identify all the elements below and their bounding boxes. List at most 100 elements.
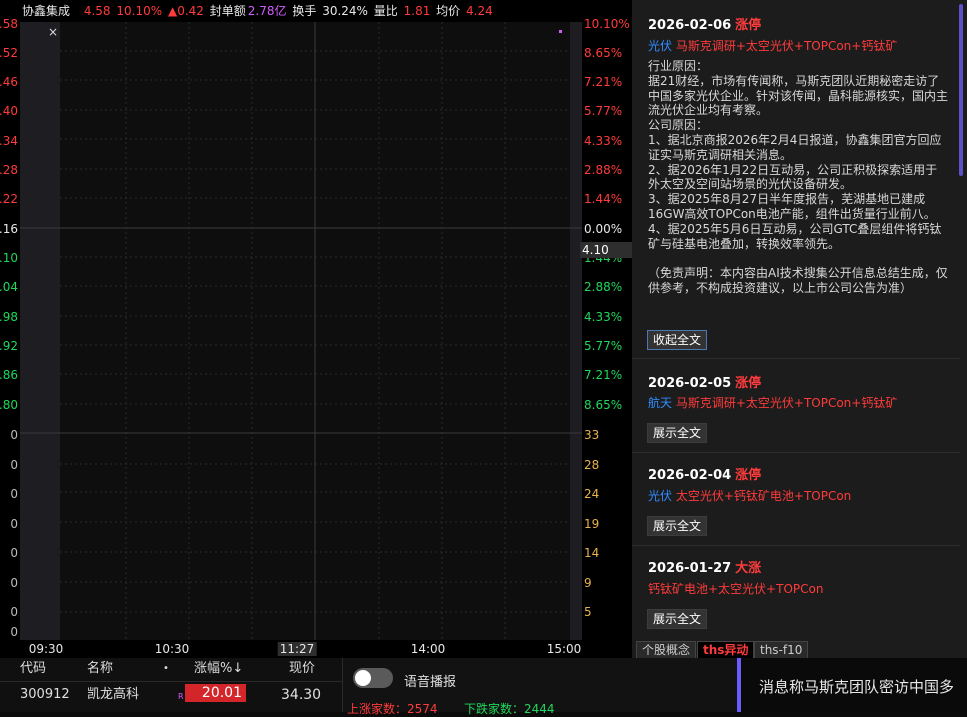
seal-label: 封单额: [209, 4, 246, 18]
time-tick-cursor: 11:27: [277, 642, 317, 656]
time-tick: 09:30: [28, 642, 64, 656]
row-change-chip: 20.01: [185, 684, 246, 702]
left-tick: .04: [0, 280, 18, 294]
intraday-chart-panel[interactable]: 协鑫集成 4.58 10.10% ▲0.42 封单额 2.78亿 换手 30.24…: [0, 0, 632, 658]
news-date-text: 2026-01-27: [648, 561, 732, 576]
news-item: 2026-02-06 涨停 光伏 马斯克调研+太空光伏+TOPCon+钙钛矿 行业…: [632, 0, 960, 359]
right-tick: 0.00%: [584, 222, 623, 236]
left-tick: .16: [0, 222, 18, 236]
news-sector[interactable]: 光伏: [648, 39, 672, 53]
news-panel[interactable]: 2026-02-06 涨停 光伏 马斯克调研+太空光伏+TOPCon+钙钛矿 行业…: [632, 0, 967, 658]
news-item: 2026-02-04 涨停 光伏 太空光伏+钙钛矿电池+TOPCon 展示全文: [632, 453, 960, 546]
up-label: 上涨家数：: [347, 702, 408, 716]
news-concepts[interactable]: 钙钛矿电池+太空光伏+TOPCon: [648, 580, 823, 597]
down-label: 下跌家数：: [464, 702, 525, 716]
right-tick: 1.44%: [584, 192, 623, 206]
news-date: 2026-01-27 大涨: [648, 557, 761, 576]
tab-ths-f10[interactable]: ths-f10: [754, 641, 809, 659]
turnover-label: 换手: [292, 4, 317, 18]
news-tag: 涨停: [735, 376, 762, 391]
table-row[interactable]: 300912 凯龙高科 R 20.01 34.30: [0, 682, 342, 708]
volume-tick: 9: [584, 576, 592, 590]
left-tick: 0: [10, 487, 18, 501]
right-tick: 7.21%: [584, 75, 623, 89]
volume-tick: 14: [584, 546, 600, 560]
stock-name: 协鑫集成: [22, 4, 71, 18]
stock-change-pct: 10.10%: [116, 4, 163, 18]
left-tick: 0: [10, 428, 18, 442]
expand-button[interactable]: 展示全文: [647, 423, 708, 443]
collapse-button[interactable]: 收起全文: [647, 330, 708, 350]
right-tick: 8.65%: [584, 398, 623, 412]
col-code[interactable]: 代码: [20, 658, 46, 680]
left-tick: .86: [0, 368, 18, 382]
col-marker[interactable]: •: [163, 658, 169, 680]
news-concepts[interactable]: 航天 马斯克调研+太空光伏+TOPCon+钙钛矿: [648, 394, 897, 411]
news-sector[interactable]: 航天: [648, 396, 672, 410]
crosshair-price-tag: 4.10: [580, 242, 632, 258]
row-name: 凯龙高科: [87, 687, 140, 702]
news-date: 2026-02-05 涨停: [648, 372, 761, 391]
left-tick: 0: [10, 458, 18, 472]
volume-tick: 33: [584, 428, 600, 442]
news-item: 2026-01-27 大涨 钙钛矿电池+太空光伏+TOPCon 展示全文: [632, 546, 960, 641]
news-ticker[interactable]: 消息称马斯克团队密访中国多: [737, 658, 967, 712]
news-concepts[interactable]: 光伏 太空光伏+钙钛矿电池+TOPCon: [648, 487, 851, 504]
right-tick: 7.21%: [584, 368, 623, 382]
right-tick: 10.10%: [584, 17, 630, 31]
col-change[interactable]: 涨幅%↓: [194, 658, 243, 680]
price-dot: [559, 30, 562, 33]
news-date-text: 2026-02-04: [648, 468, 732, 483]
tab-ths-alert[interactable]: ths异动: [697, 641, 755, 659]
left-tick: .92: [0, 339, 18, 353]
col-price[interactable]: 现价: [289, 658, 315, 680]
news-concepts[interactable]: 光伏 马斯克调研+太空光伏+TOPCon+钙钛矿: [648, 37, 897, 54]
left-tick: 0: [10, 546, 18, 560]
expand-button[interactable]: 展示全文: [647, 516, 708, 536]
volume-tick: 5: [584, 605, 592, 619]
row-marker: R: [178, 692, 184, 701]
ticker-text: 消息称马斯克团队密访中国多: [759, 678, 955, 696]
voice-toggle[interactable]: [353, 668, 393, 688]
news-item: 2026-02-05 涨停 航天 马斯克调研+太空光伏+TOPCon+钙钛矿 展示…: [632, 359, 960, 453]
news-scrollbar[interactable]: [959, 4, 963, 176]
left-tick: 0: [10, 605, 18, 619]
col-name[interactable]: 名称: [87, 658, 113, 680]
news-tag: 大涨: [735, 561, 762, 576]
voice-label: 语音播报: [404, 675, 457, 690]
market-stats: 语音播报 上涨家数：2574 下跌家数：2444: [343, 658, 737, 716]
turnover-value: 30.24%: [322, 4, 368, 18]
row-code: 300912: [20, 687, 70, 702]
news-date: 2026-02-06 涨停: [648, 14, 761, 33]
toggle-knob: [355, 670, 371, 686]
news-concept-text[interactable]: 马斯克调研+太空光伏+TOPCon+钙钛矿: [676, 39, 898, 53]
news-sector[interactable]: 光伏: [648, 489, 672, 503]
left-tick: .52: [0, 46, 18, 60]
close-icon[interactable]: ×: [48, 25, 58, 39]
news-date-text: 2026-02-05: [648, 376, 732, 391]
volume-ratio-label: 量比: [373, 4, 398, 18]
news-concept-text[interactable]: 太空光伏+钙钛矿电池+TOPCon: [676, 489, 851, 503]
volume-tick: 19: [584, 517, 600, 531]
news-concept-text[interactable]: 马斯克调研+太空光伏+TOPCon+钙钛矿: [676, 396, 898, 410]
seal-value: 2.78亿: [247, 4, 287, 18]
tab-concepts[interactable]: 个股概念: [636, 641, 697, 659]
time-tick: 14:00: [410, 642, 446, 656]
left-tick: .46: [0, 75, 18, 89]
row-price: 34.30: [281, 687, 322, 703]
left-tick: 0: [10, 576, 18, 590]
quote-table[interactable]: 代码 名称 • 涨幅%↓ 现价 300912 凯龙高科 R 20.01 34.3…: [0, 658, 343, 712]
news-concept-text[interactable]: 钙钛矿电池+太空光伏+TOPCon: [648, 582, 823, 596]
right-tick: 4.33%: [584, 310, 623, 324]
time-axis: 09:30 10:30 11:27 14:00 15:00: [0, 640, 632, 658]
right-tick: 5.77%: [584, 339, 623, 353]
left-tick: 0: [10, 625, 18, 639]
up-value: 2574: [407, 702, 438, 716]
expand-button[interactable]: 展示全文: [647, 609, 708, 629]
chart-plot-area[interactable]: ×: [20, 22, 582, 640]
left-tick: .10: [0, 251, 18, 265]
stock-info-bar: 协鑫集成 4.58 10.10% ▲0.42 封单额 2.78亿 换手 30.24…: [0, 0, 632, 22]
left-tick: .40: [0, 104, 18, 118]
right-tick: 5.77%: [584, 104, 623, 118]
time-tick: 10:30: [154, 642, 190, 656]
